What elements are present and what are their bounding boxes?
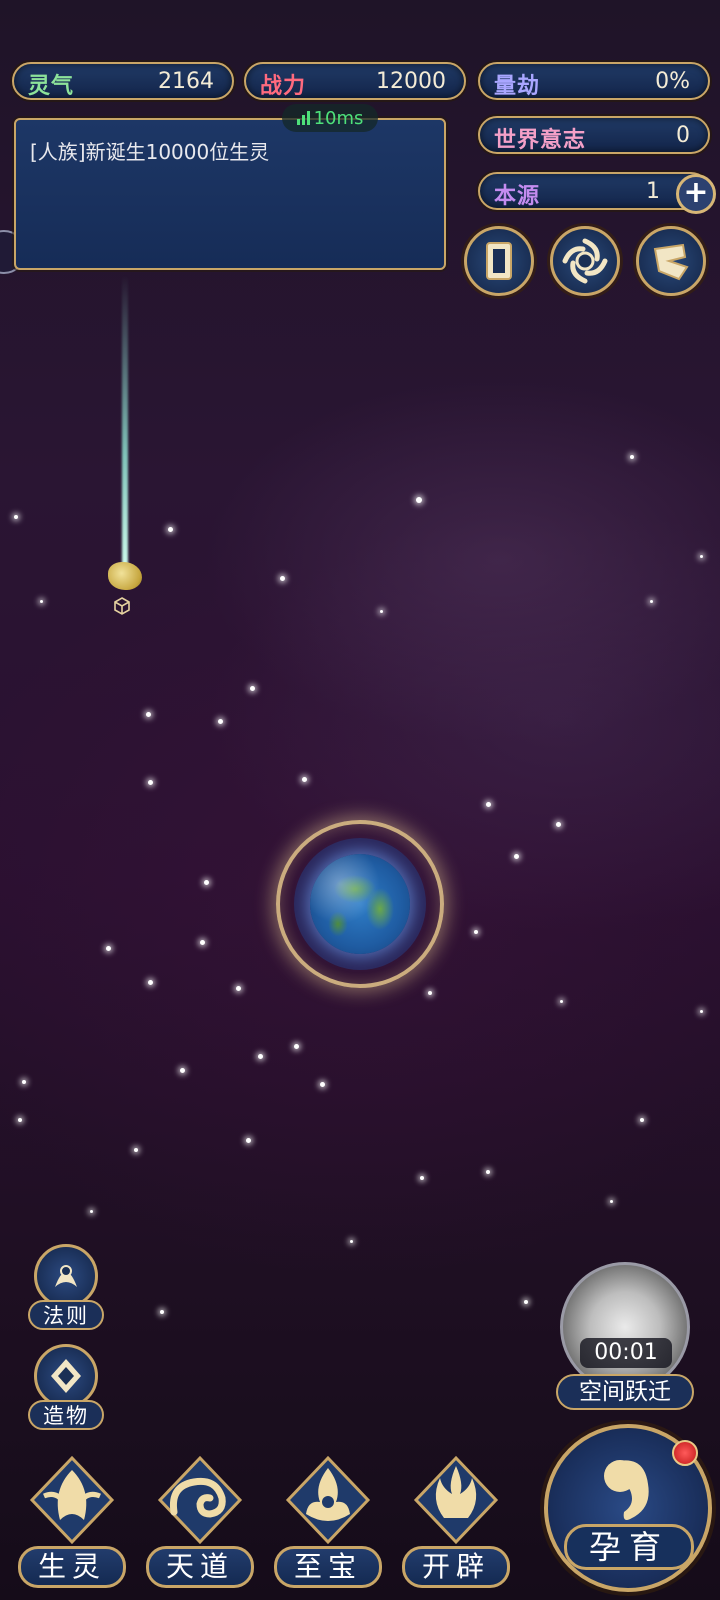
star [168,527,173,532]
treasure-icon [285,1455,371,1545]
star [524,1300,528,1304]
star [146,712,151,717]
star [280,576,285,581]
star [556,822,561,827]
law-button[interactable]: 法则 [26,1244,106,1336]
star [200,940,205,945]
star [148,980,153,985]
star [700,1010,703,1013]
star [246,1138,251,1143]
signal-icon [296,111,310,125]
ping-value: 10ms [313,107,364,129]
breed-label: 孕育 [564,1524,694,1570]
nav-heavenly-dao[interactable]: 天道 [142,1450,258,1590]
stat-lingqi: 灵气 2164 [12,62,234,100]
nav-living-beings-label: 生灵 [18,1546,126,1588]
network-ping: 10ms [282,104,378,132]
nav-open-up[interactable]: 开辟 [398,1450,514,1590]
creation-button[interactable]: 造物 [26,1344,106,1436]
stat-world-will: 世界意志 0 [478,116,710,154]
flame-icon [413,1455,499,1545]
space-warp-label: 空间跃迁 [556,1374,694,1410]
star [204,880,209,885]
card-button[interactable] [464,226,534,296]
game-scene: 灵气 2164 战力 12000 量劫 0% 世界意志 0 本源 1 + [人族… [0,0,720,1600]
star [250,686,255,691]
law-label: 法则 [28,1300,104,1330]
stat-world-will-label: 世界意志 [494,128,587,153]
scroll-icon [653,243,689,281]
creation-label: 造物 [28,1400,104,1430]
stat-zhanli-value: 12000 [376,69,446,94]
stat-liangjie-label: 量劫 [494,74,541,99]
stat-liangjie-value: 0% [655,69,690,94]
chat-message: [人族]新诞生10000位生灵 [30,140,270,164]
stat-lingqi-value: 2164 [158,69,214,94]
stat-zhanli-label: 战力 [260,74,307,99]
star [236,986,241,991]
star [420,1176,424,1180]
star [218,719,223,724]
cube-icon [114,597,130,615]
star [90,1210,93,1213]
star [700,555,703,558]
meteor-rock[interactable] [108,562,142,590]
star [474,930,478,934]
nav-living-beings[interactable]: 生灵 [14,1450,130,1590]
star [630,455,634,459]
stat-world-will-value: 0 [676,123,690,148]
star [302,777,307,782]
space-warp-timer: 00:01 [580,1338,672,1368]
star [514,854,519,859]
star [40,600,43,603]
star [486,1170,490,1174]
stat-liangjie: 量劫 0% [478,62,710,100]
star [486,802,491,807]
law-icon [34,1244,98,1308]
stat-origin-label: 本源 [494,184,541,209]
star [18,1118,22,1122]
cloud-swirl-icon [157,1455,243,1545]
nav-heavenly-dao-label: 天道 [146,1546,254,1588]
nav-open-up-label: 开辟 [402,1546,510,1588]
star [610,1200,613,1203]
light-beam [122,275,128,575]
creation-icon [34,1344,98,1408]
chat-panel[interactable]: [人族]新诞生10000位生灵 [14,118,446,270]
stat-zhanli: 战力 12000 [244,62,466,100]
star [14,515,18,519]
nav-treasure[interactable]: 至宝 [270,1450,386,1590]
nav-treasure-label: 至宝 [274,1546,382,1588]
vortex-icon [562,238,608,284]
notification-dot [672,1440,698,1466]
card-icon [486,242,512,280]
star [258,1054,263,1059]
phoenix-icon [29,1455,115,1545]
star [294,1044,299,1049]
star [380,610,383,613]
stat-origin-value: 1 [646,179,660,204]
stat-lingqi-label: 灵气 [28,74,75,99]
star [320,1082,325,1087]
space-warp-icon [560,1262,690,1392]
star [106,946,111,951]
star [148,780,153,785]
star [560,1000,563,1003]
scroll-button[interactable] [636,226,706,296]
star [22,1080,26,1084]
star [350,1240,353,1243]
star [160,1310,164,1314]
star [428,991,432,995]
star [650,600,653,603]
star [134,1148,138,1152]
world-planet[interactable] [310,854,410,954]
vortex-button[interactable] [550,226,620,296]
star [416,497,422,503]
add-origin-button[interactable]: + [676,174,716,214]
star [640,1118,644,1122]
star [180,1068,185,1073]
space-warp-button[interactable]: 00:01 空间跃迁 [556,1262,696,1412]
